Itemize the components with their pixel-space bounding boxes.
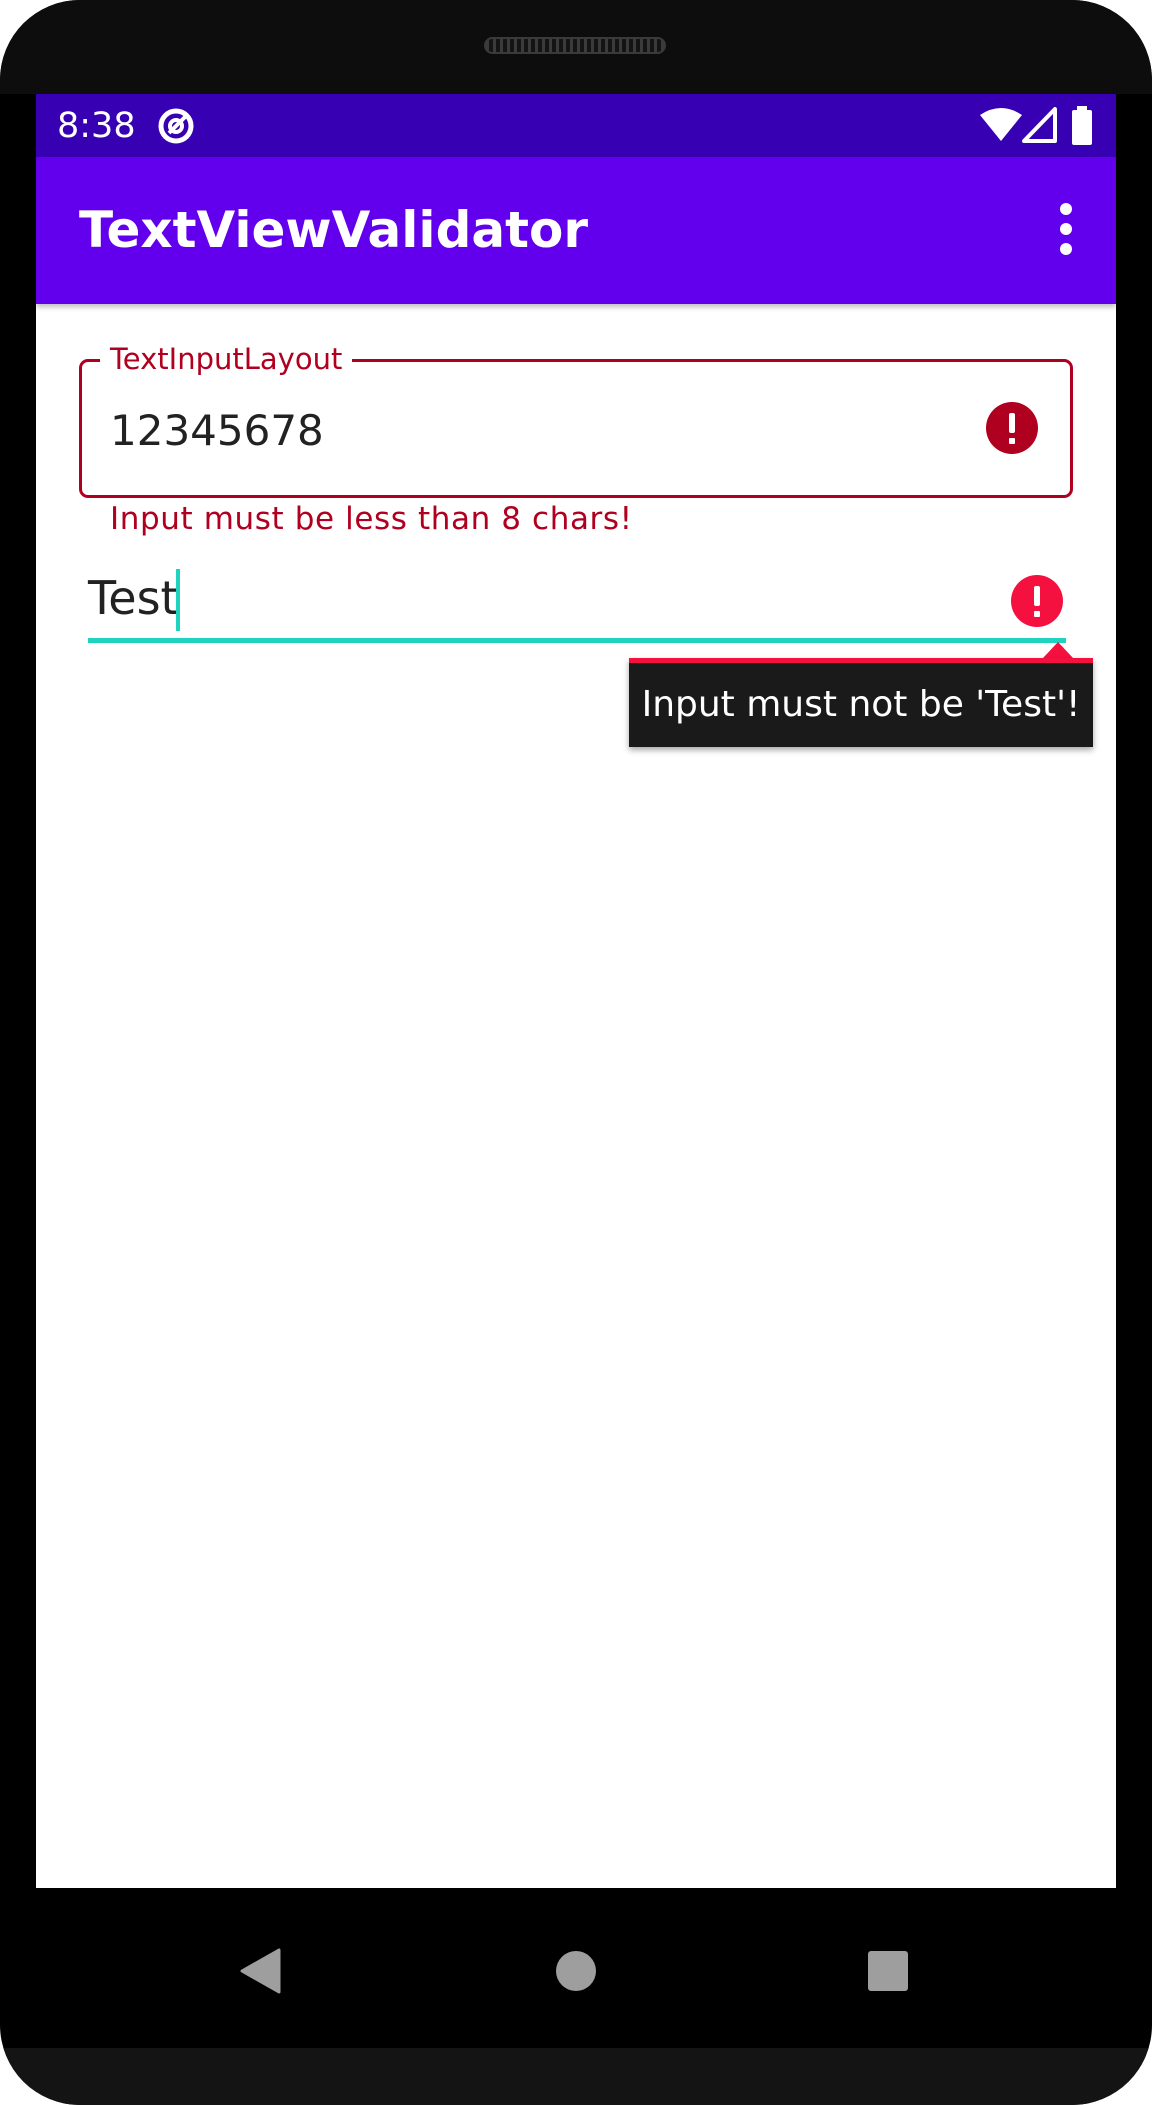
recents-icon[interactable] (867, 1950, 909, 1992)
status-time: 8:38 (57, 106, 136, 146)
error-popup: Input must not be 'Test'! (629, 658, 1093, 747)
error-icon (986, 402, 1038, 454)
wifi-icon (980, 108, 1022, 141)
overflow-menu-button[interactable] (1036, 197, 1096, 261)
back-icon[interactable] (239, 1948, 281, 1994)
app-bar: TextViewValidator (36, 157, 1116, 304)
app-title: TextViewValidator (79, 201, 589, 259)
signal-icon (1022, 107, 1057, 143)
outlined-field-error-text: Input must be less than 8 chars! (110, 501, 633, 537)
text-cursor (176, 569, 180, 631)
phone-top-bezel (0, 0, 1152, 94)
plain-text-field-input[interactable]: Test (88, 570, 179, 626)
home-icon[interactable] (555, 1950, 597, 1992)
overflow-menu-icon (1060, 203, 1072, 255)
earpiece-speaker (484, 37, 666, 54)
do-not-disturb-icon (158, 108, 194, 144)
error-popup-accent (629, 658, 1093, 663)
error-popup-arrow (1043, 642, 1073, 658)
phone-bottom-bezel (0, 2048, 1152, 2105)
error-popup-text: Input must not be 'Test'! (641, 684, 1081, 725)
app-screen: 8:38 TextViewValidator TextInputLayout 1… (36, 94, 1116, 1888)
plain-field-underline (88, 638, 1066, 643)
status-bar: 8:38 (36, 94, 1116, 157)
error-icon[interactable] (1010, 574, 1064, 628)
outlined-field-input[interactable]: 12345678 (110, 406, 324, 456)
battery-icon (1072, 106, 1092, 145)
phone-frame: 8:38 TextViewValidator TextInputLayout 1… (0, 0, 1152, 2105)
navigation-bar (36, 1888, 1116, 2048)
outlined-field-label: TextInputLayout (100, 344, 353, 374)
